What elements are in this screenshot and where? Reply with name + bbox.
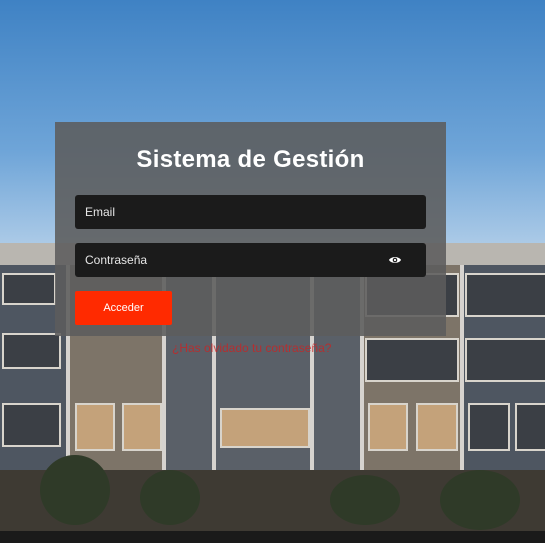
bottom-bar [0, 531, 545, 543]
building-window [416, 403, 458, 451]
page-title: Sistema de Gestión [136, 146, 365, 173]
tree [40, 455, 110, 525]
building-window [368, 403, 408, 451]
password-field[interactable] [75, 243, 426, 277]
building-window [220, 408, 310, 448]
building-window [468, 403, 510, 451]
building-window [465, 273, 545, 317]
building-window [515, 403, 545, 451]
tree [330, 475, 400, 525]
building-window [75, 403, 115, 451]
building-window [122, 403, 162, 451]
building-window [2, 403, 61, 447]
building-window [2, 273, 56, 305]
tree [140, 470, 200, 525]
forgot-password-link[interactable]: ¿Has olvidado tu contraseña? [172, 341, 331, 355]
login-panel: Sistema de Gestión Acceder [55, 122, 446, 336]
submit-button[interactable]: Acceder [75, 291, 172, 325]
building-window [465, 338, 545, 382]
eye-icon[interactable] [388, 253, 402, 267]
email-field[interactable] [75, 195, 426, 229]
tree [440, 470, 520, 530]
building-window [365, 338, 459, 382]
building-window [2, 333, 61, 369]
